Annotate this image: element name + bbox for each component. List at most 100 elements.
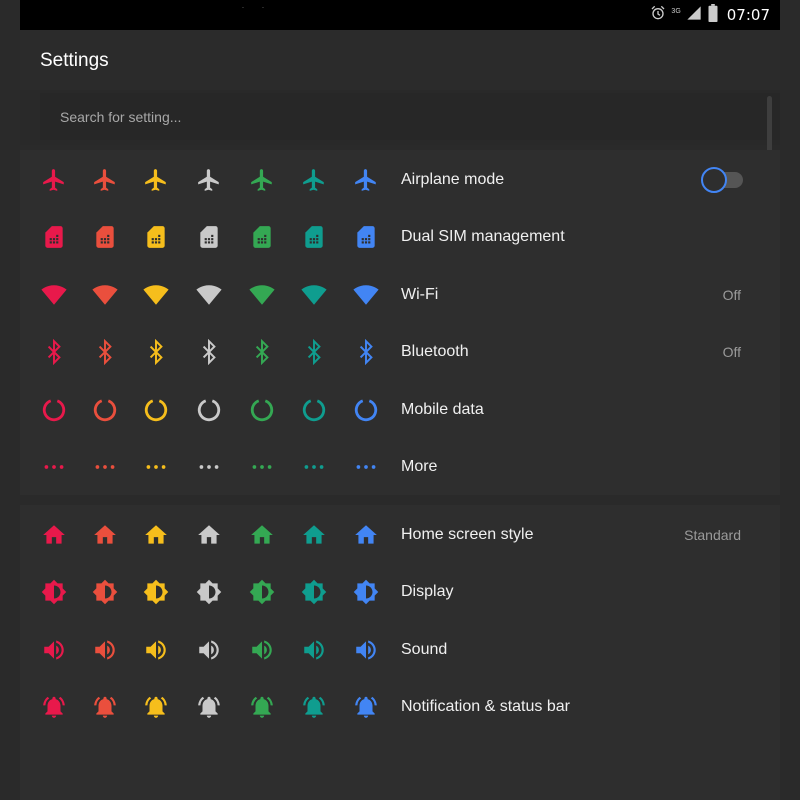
settings-row-value: Off [722, 344, 741, 360]
volume-icon [248, 636, 276, 664]
mobile-data-icon [40, 396, 68, 424]
settings-row-label: Dual SIM management [401, 228, 565, 245]
sim-card-icon [248, 223, 276, 251]
wifi-icon [91, 281, 119, 309]
home-icon [248, 521, 276, 549]
settings-row-sound[interactable]: Sound [20, 621, 780, 679]
volume-icon [40, 636, 68, 664]
bell-icon [300, 693, 328, 721]
battery-icon [707, 3, 719, 27]
volume-icon [352, 636, 380, 664]
notch-dot: · [262, 5, 264, 11]
settings-row-airplane-mode[interactable]: Airplane mode [20, 151, 780, 209]
mobile-data-icon [195, 396, 223, 424]
home-icon [300, 521, 328, 549]
clock: 07:07 [726, 6, 770, 24]
bluetooth-icon [195, 338, 223, 366]
wifi-icon [352, 281, 380, 309]
home-icon [142, 521, 170, 549]
brightness-icon [300, 578, 328, 606]
settings-row-bluetooth[interactable]: Bluetooth Off [20, 323, 780, 381]
airplane-icon [195, 166, 223, 194]
alarm-icon [650, 5, 666, 26]
airplane-icon [91, 166, 119, 194]
bluetooth-icon [91, 338, 119, 366]
wifi-icon [142, 281, 170, 309]
sim-card-icon [195, 223, 223, 251]
notch-dot: · [242, 5, 244, 11]
mobile-data-icon [91, 396, 119, 424]
settings-row-wi-fi[interactable]: Wi-Fi Off [20, 266, 780, 324]
mobile-data-icon [248, 396, 276, 424]
home-icon [352, 521, 380, 549]
mobile-data-icon [142, 396, 170, 424]
airplane-icon [142, 166, 170, 194]
signal-icon [686, 5, 702, 26]
more-dots-icon [300, 453, 328, 481]
more-dots-icon [248, 453, 276, 481]
wifi-icon [40, 281, 68, 309]
settings-row-label: Notification & status bar [401, 698, 570, 715]
wifi-icon [195, 281, 223, 309]
settings-row-label: Bluetooth [401, 343, 469, 360]
wifi-icon [248, 281, 276, 309]
mobile-data-icon [300, 396, 328, 424]
bluetooth-icon [300, 338, 328, 366]
sim-card-icon [352, 223, 380, 251]
settings-row-value: Standard [684, 526, 741, 543]
brightness-icon [352, 578, 380, 606]
airplane-icon [248, 166, 276, 194]
volume-icon [142, 636, 170, 664]
bluetooth-icon [40, 338, 68, 366]
brightness-icon [248, 578, 276, 606]
airplane-mode-toggle[interactable] [701, 166, 745, 193]
settings-row-label: Mobile data [401, 400, 484, 418]
settings-row-mobile-data[interactable]: Mobile data [20, 381, 780, 439]
sim-card-icon [142, 223, 170, 251]
home-icon [195, 521, 223, 549]
airplane-icon [40, 166, 68, 194]
wifi-icon [300, 281, 328, 309]
settings-row-label: More [401, 458, 438, 475]
page-title: Settings [40, 50, 109, 71]
bluetooth-icon [142, 338, 170, 366]
airplane-icon [300, 166, 328, 194]
more-dots-icon [142, 453, 170, 481]
network-type-label: 3G [671, 8, 681, 15]
bell-icon [142, 693, 170, 721]
app-bar: Settings [20, 30, 780, 90]
sim-card-icon [300, 223, 328, 251]
search-input[interactable] [40, 93, 780, 140]
brightness-icon [40, 578, 68, 606]
settings-row-notification-status-bar[interactable]: Notification & status bar [20, 678, 780, 736]
bell-icon [352, 693, 380, 721]
volume-icon [195, 636, 223, 664]
brightness-icon [91, 578, 119, 606]
settings-row-display[interactable]: Display [20, 563, 780, 621]
status-bar: · · 3G 07:07 [20, 0, 780, 30]
settings-row-home-screen-style[interactable]: Home screen style Standard [20, 506, 780, 564]
settings-row-label: Home screen style [401, 525, 534, 543]
bell-icon [40, 693, 68, 721]
volume-icon [91, 636, 119, 664]
bell-icon [91, 693, 119, 721]
more-dots-icon [195, 453, 223, 481]
more-dots-icon [40, 453, 68, 481]
airplane-icon [352, 166, 380, 194]
brightness-icon [142, 578, 170, 606]
bluetooth-icon [248, 338, 276, 366]
bell-icon [248, 693, 276, 721]
mobile-data-icon [352, 396, 380, 424]
toggle-knob [701, 166, 727, 193]
volume-icon [300, 636, 328, 664]
home-icon [91, 521, 119, 549]
settings-row-label: Wi-Fi [401, 285, 439, 303]
more-dots-icon [352, 453, 380, 481]
bell-icon [195, 693, 223, 721]
home-icon [40, 521, 68, 549]
settings-row-more[interactable]: More [20, 438, 780, 496]
settings-row-dual-sim-management[interactable]: Dual SIM management [20, 208, 780, 266]
search-area [20, 90, 780, 145]
sim-card-icon [91, 223, 119, 251]
settings-row-label: Airplane mode [401, 170, 505, 188]
